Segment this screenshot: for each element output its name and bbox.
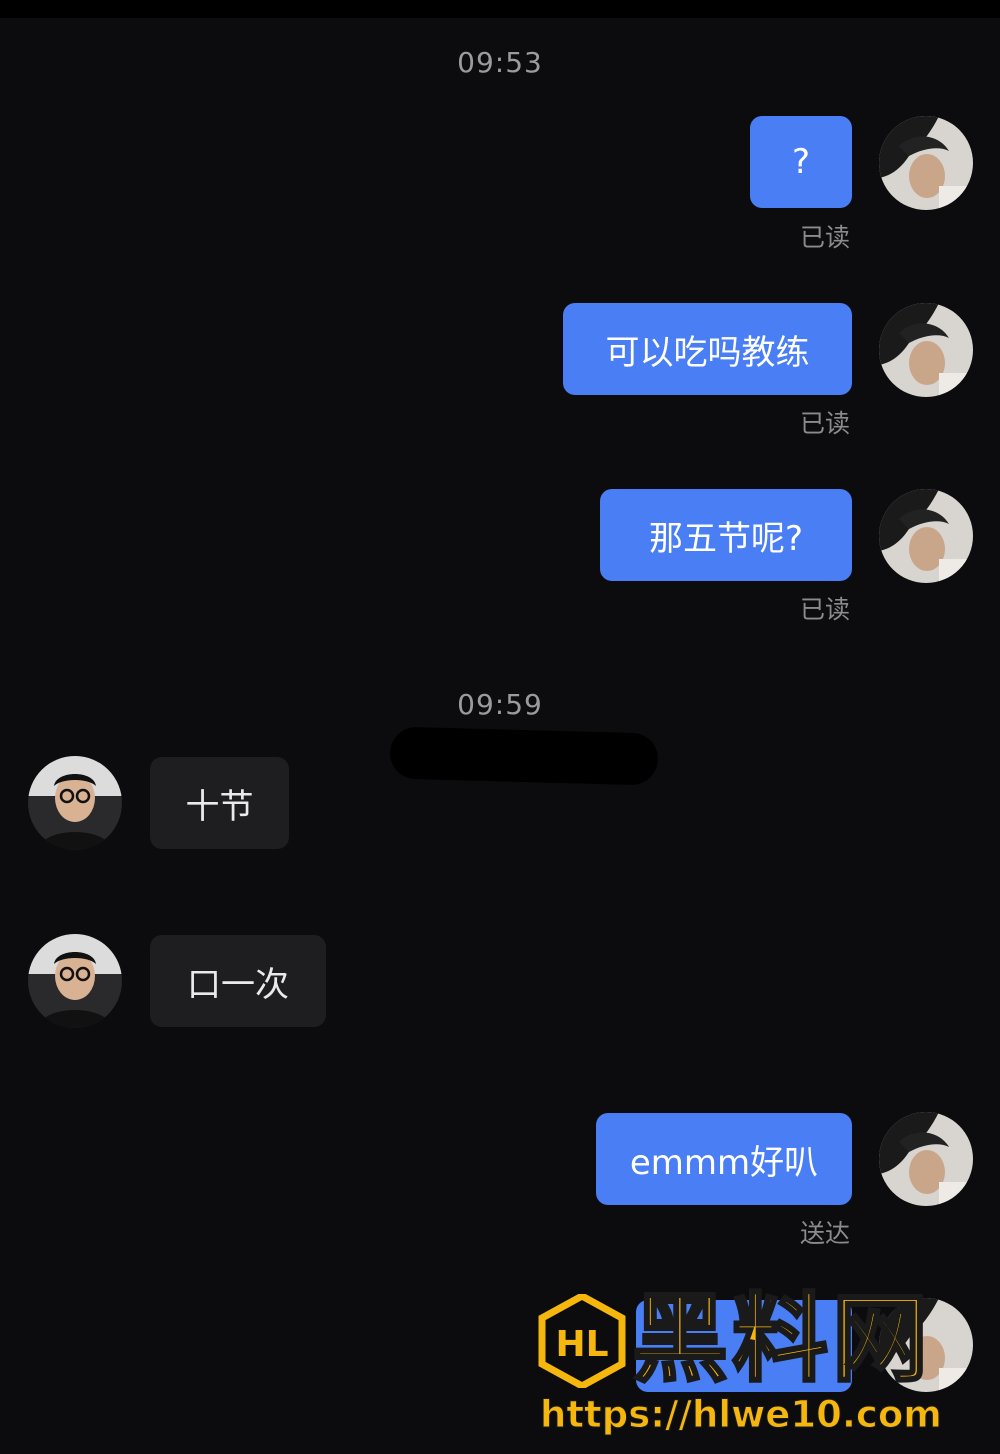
my-avatar[interactable] <box>879 489 973 583</box>
redaction-mark <box>389 726 659 786</box>
status-bar <box>0 0 1000 18</box>
watermark-logo-icon: HL <box>538 1292 626 1390</box>
contact-avatar[interactable] <box>28 934 122 1028</box>
my-avatar[interactable] <box>879 1112 973 1206</box>
read-status: 已读 <box>799 409 850 438</box>
svg-text:HL: HL <box>555 1324 608 1365</box>
read-status: 已读 <box>799 595 850 624</box>
contact-avatar[interactable] <box>28 756 122 850</box>
timestamp: 09:53 <box>457 46 543 79</box>
watermark-title: 黑料网 <box>631 1283 932 1396</box>
my-avatar[interactable] <box>879 116 973 210</box>
my-avatar[interactable] <box>879 303 973 397</box>
watermark-url: https://hlwe10.com <box>540 1393 943 1437</box>
message-bubble-incoming[interactable]: 口一次 <box>150 935 326 1027</box>
message-bubble-outgoing[interactable]: emmm好叭 <box>596 1113 852 1205</box>
message-bubble-incoming[interactable]: 十节 <box>150 757 289 849</box>
delivered-status: 送达 <box>799 1219 850 1248</box>
message-bubble-outgoing[interactable]: 那五节呢? <box>600 489 852 581</box>
timestamp: 09:59 <box>457 688 543 721</box>
message-bubble-outgoing[interactable]: ? <box>750 116 852 208</box>
read-status: 已读 <box>799 223 850 252</box>
message-bubble-outgoing[interactable]: 可以吃吗教练 <box>563 303 852 395</box>
